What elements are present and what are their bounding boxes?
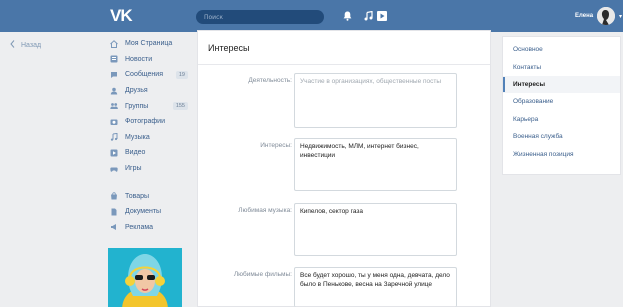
- menu-item-basic[interactable]: Основное: [503, 41, 620, 58]
- nav-item-label: Новости: [125, 55, 153, 63]
- bell-icon[interactable]: [341, 10, 353, 22]
- nav-item-games[interactable]: Игры: [108, 161, 190, 177]
- nav-item-label: Игры: [125, 165, 142, 173]
- back-link[interactable]: Назад: [10, 40, 41, 50]
- nav-item-news[interactable]: Новости: [108, 52, 190, 68]
- play-icon[interactable]: [376, 10, 388, 22]
- nav-item-label: Документы: [125, 208, 162, 216]
- field-label: Любимая музыка:: [238, 207, 292, 214]
- divider: [198, 64, 490, 65]
- nav-item-ads[interactable]: Реклама: [108, 220, 190, 236]
- nav-item-label: Фотографии: [125, 118, 166, 126]
- back-label: Назад: [21, 41, 42, 49]
- documents-icon: [110, 208, 118, 216]
- menu-item-interests[interactable]: Интересы: [503, 75, 620, 94]
- page-title: Интересы: [208, 43, 250, 53]
- nav-item-label: Группы: [125, 102, 149, 110]
- chevron-down-icon[interactable]: ▾: [619, 13, 622, 20]
- nav-item-label: Музыка: [125, 133, 150, 141]
- search-input[interactable]: [196, 10, 324, 24]
- user-menu[interactable]: Елена ▾: [575, 7, 622, 25]
- nav-item-groups[interactable]: Группы 155: [108, 98, 190, 114]
- music-note-icon[interactable]: [362, 10, 374, 22]
- news-icon: [110, 55, 118, 63]
- activity-field[interactable]: Участие в организациях, общественные пос…: [294, 73, 457, 128]
- home-icon: [110, 39, 118, 48]
- user-name: Елена: [575, 13, 594, 19]
- favorite-music-field[interactable]: Кипелов, сектор газа: [294, 203, 457, 256]
- nav-item-messages[interactable]: Сообщения 19: [108, 67, 190, 83]
- ads-icon: [110, 223, 118, 231]
- menu-item-career[interactable]: Карьера: [503, 111, 620, 128]
- nav-item-label: Друзья: [125, 87, 148, 95]
- nav-item-photos[interactable]: Фотографии: [108, 114, 190, 130]
- nav-item-music[interactable]: Музыка: [108, 130, 190, 146]
- promo-image[interactable]: [108, 248, 182, 307]
- settings-menu: Основное Контакты Интересы Образование К…: [502, 36, 621, 175]
- avatar: [597, 7, 616, 25]
- nav-item-label: Видео: [125, 149, 146, 157]
- groups-icon: [110, 102, 118, 110]
- field-label: Интересы:: [260, 142, 292, 149]
- menu-item-life-position[interactable]: Жизненная позиция: [503, 145, 620, 162]
- groups-count-badge: 155: [172, 102, 188, 111]
- music-icon: [110, 133, 118, 142]
- messages-count-badge: 19: [175, 70, 188, 79]
- goods-icon: [110, 192, 118, 200]
- vk-logo[interactable]: VK: [110, 6, 134, 26]
- field-label: Любимые фильмы:: [233, 271, 292, 278]
- favorite-movies-field[interactable]: Все будет хорошо, ты у меня одна, девчат…: [294, 267, 457, 307]
- nav-item-video[interactable]: Видео: [108, 145, 190, 161]
- top-bar: VK Елена ▾: [0, 0, 623, 32]
- menu-item-education[interactable]: Образование: [503, 93, 620, 110]
- field-label: Деятельность:: [248, 77, 292, 84]
- nav-item-my-page[interactable]: Моя Страница: [108, 36, 190, 52]
- interests-field[interactable]: Недвижимость, МЛМ, интернет бизнес, инве…: [294, 138, 457, 191]
- nav-item-label: Сообщения: [125, 71, 163, 79]
- nav-item-documents[interactable]: Документы: [108, 204, 190, 220]
- nav-divider: [108, 176, 190, 188]
- menu-item-military[interactable]: Военная служба: [503, 128, 620, 145]
- menu-item-contacts[interactable]: Контакты: [503, 58, 620, 75]
- messages-icon: [110, 71, 118, 79]
- left-nav: Моя Страница Новости Сообщения 19 Друзья…: [108, 36, 190, 235]
- nav-item-label: Моя Страница: [125, 40, 173, 48]
- interests-card: Интересы Деятельность: Участие в организ…: [197, 30, 491, 307]
- nav-item-label: Товары: [125, 192, 150, 200]
- games-icon: [110, 165, 118, 173]
- nav-item-goods[interactable]: Товары: [108, 188, 190, 204]
- chevron-left-icon: [10, 40, 15, 50]
- video-icon: [110, 149, 118, 157]
- nav-item-label: Реклама: [125, 223, 154, 231]
- friends-icon: [110, 87, 118, 95]
- photos-icon: [110, 118, 118, 126]
- nav-item-friends[interactable]: Друзья: [108, 83, 190, 99]
- search-box[interactable]: [196, 10, 324, 24]
